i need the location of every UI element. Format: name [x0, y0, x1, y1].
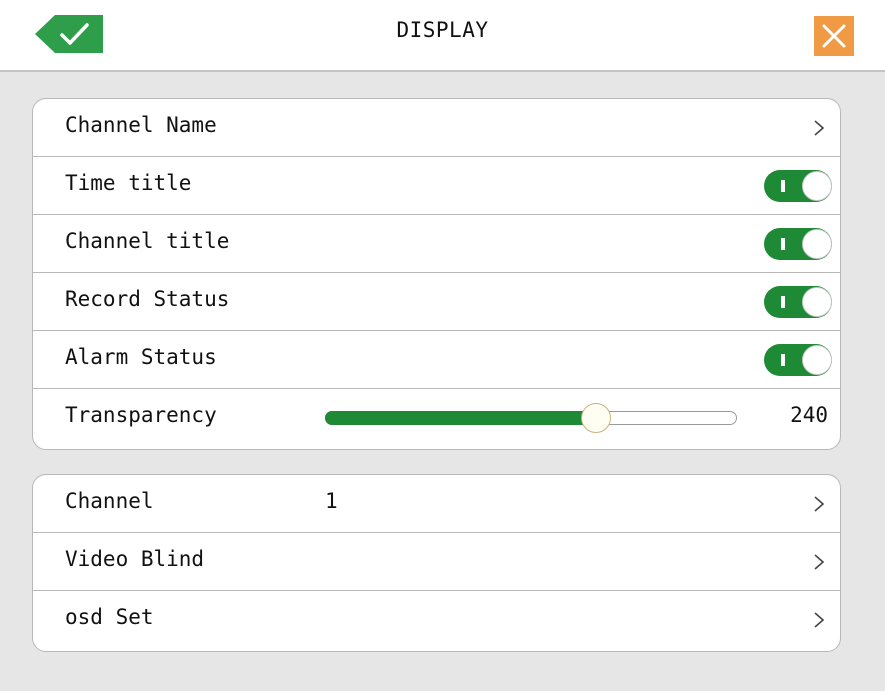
time-title-label: Time title: [65, 171, 192, 195]
channel-settings-panel: Channel 1 Video Blind osd Set: [32, 474, 841, 652]
close-icon: [822, 24, 846, 48]
page-title: DISPLAY: [396, 18, 489, 42]
channel-name-row[interactable]: Channel Name: [33, 99, 840, 157]
alarm-status-row: Alarm Status: [33, 331, 840, 389]
time-title-toggle[interactable]: [764, 170, 832, 202]
title-bar: DISPLAY: [0, 0, 885, 72]
channel-row[interactable]: Channel 1: [33, 475, 840, 533]
osd-set-label: osd Set: [65, 605, 154, 629]
channel-name-label: Channel Name: [65, 113, 217, 137]
osd-set-row[interactable]: osd Set: [33, 591, 840, 649]
close-button[interactable]: [814, 16, 854, 56]
transparency-label: Transparency: [65, 403, 217, 427]
alarm-status-label: Alarm Status: [65, 345, 217, 369]
channel-value: 1: [325, 489, 338, 513]
chevron-right-icon: [814, 554, 825, 570]
video-blind-label: Video Blind: [65, 547, 205, 571]
channel-title-row: Channel title: [33, 215, 840, 273]
slider-fill: [325, 411, 597, 425]
channel-title-label: Channel title: [65, 229, 230, 253]
record-status-toggle[interactable]: [764, 286, 832, 318]
slider-thumb[interactable]: [581, 403, 612, 433]
chevron-right-icon: [814, 120, 825, 136]
channel-title-toggle[interactable]: [764, 228, 832, 260]
chevron-right-icon: [814, 496, 825, 512]
time-title-row: Time title: [33, 157, 840, 215]
transparency-slider[interactable]: [325, 403, 737, 433]
transparency-value: 240: [790, 403, 828, 427]
channel-label: Channel: [65, 489, 154, 513]
record-status-row: Record Status: [33, 273, 840, 331]
display-settings-panel: Channel Name Time title Channel title Re…: [32, 98, 841, 450]
video-blind-row[interactable]: Video Blind: [33, 533, 840, 591]
record-status-label: Record Status: [65, 287, 230, 311]
alarm-status-toggle[interactable]: [764, 344, 832, 376]
transparency-row: Transparency 240: [33, 389, 840, 447]
chevron-right-icon: [814, 612, 825, 628]
